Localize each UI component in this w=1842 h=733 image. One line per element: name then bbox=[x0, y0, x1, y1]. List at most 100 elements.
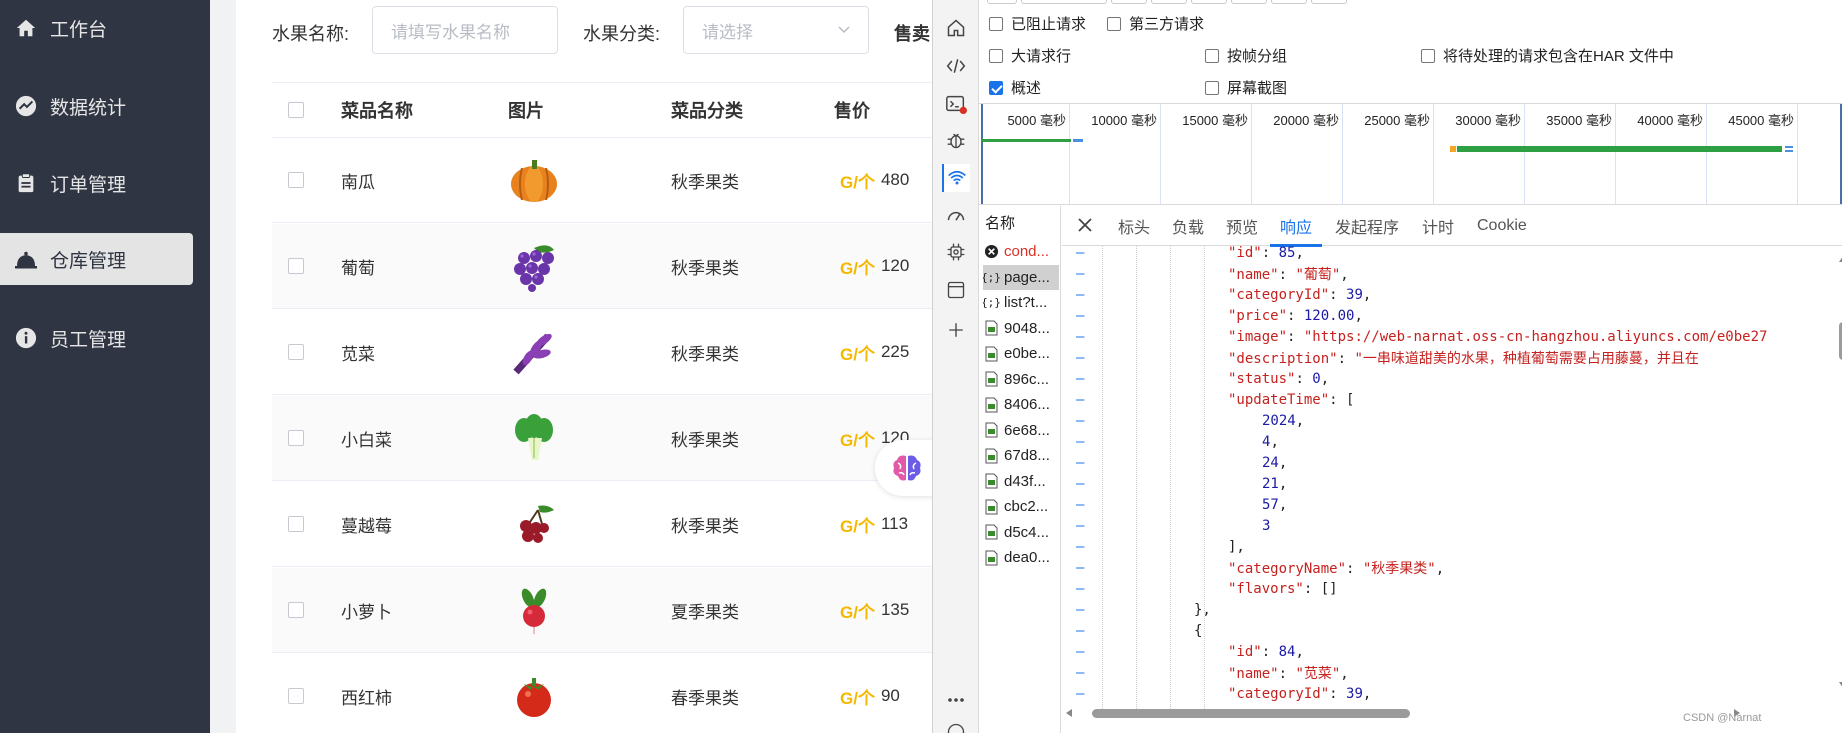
pumpkin-image bbox=[508, 138, 560, 222]
sidebar-item-label: 工作台 bbox=[50, 19, 108, 41]
line-marker: – bbox=[1076, 246, 1085, 261]
code-token: , bbox=[1278, 454, 1288, 471]
tab-cookie[interactable]: Cookie bbox=[1477, 206, 1527, 246]
error-icon bbox=[983, 244, 999, 260]
option-include-pending-har[interactable]: 将待处理的请求包含在HAR 文件中 bbox=[1421, 45, 1674, 66]
request-row[interactable]: 8406... bbox=[983, 392, 1059, 417]
fruit-name-input[interactable]: 请填写水果名称 bbox=[372, 6, 558, 54]
tab-response[interactable]: 响应 bbox=[1269, 206, 1323, 247]
row-checkbox[interactable] bbox=[288, 516, 304, 532]
price-value: 135 bbox=[880, 600, 910, 619]
toolbar-button[interactable] bbox=[987, 0, 1017, 4]
code-token: 120.00 bbox=[1303, 307, 1355, 324]
checkbox[interactable] bbox=[989, 16, 1003, 31]
request-name: 6e68... bbox=[1004, 421, 1050, 439]
code-token: "categoryId" bbox=[1228, 286, 1330, 303]
line-marker: – bbox=[1076, 685, 1085, 702]
performance-icon[interactable] bbox=[942, 202, 970, 230]
network-wifi-icon[interactable] bbox=[942, 164, 970, 192]
add-icon[interactable] bbox=[942, 316, 970, 344]
checkbox[interactable] bbox=[1107, 16, 1121, 31]
request-row[interactable]: e0be... bbox=[983, 341, 1059, 366]
home-icon bbox=[14, 16, 38, 40]
toolbar-button[interactable] bbox=[1271, 0, 1307, 4]
code-line: – "categoryId": 39, bbox=[1062, 284, 1770, 305]
price-unit: G/个 bbox=[840, 258, 875, 278]
option-big-request-rows[interactable]: 大请求行 bbox=[989, 45, 1071, 66]
response-body[interactable]: – "id": 85, – "name": "葡萄", – "categoryId": 3… bbox=[1062, 246, 1770, 711]
tab-initiator[interactable]: 发起程序 bbox=[1335, 206, 1399, 246]
request-name: dea0... bbox=[1004, 549, 1050, 566]
vertical-scrollbar[interactable] bbox=[1838, 252, 1842, 692]
toolbar-button[interactable] bbox=[1151, 0, 1187, 4]
row-checkbox[interactable] bbox=[288, 344, 304, 360]
toolbar-button[interactable] bbox=[1111, 0, 1147, 4]
tab-headers[interactable]: 标头 bbox=[1118, 206, 1150, 246]
request-row[interactable]: 67d8... bbox=[983, 443, 1059, 468]
option-screenshots[interactable]: 屏幕截图 bbox=[1205, 77, 1287, 98]
checkbox[interactable] bbox=[1421, 48, 1435, 63]
code-text: "image": "https://web-narnat.oss-cn-hang… bbox=[1228, 329, 1767, 345]
image-file-icon bbox=[983, 371, 999, 387]
request-row[interactable]: cbc2... bbox=[983, 494, 1059, 519]
more-icon[interactable] bbox=[942, 686, 970, 714]
close-icon[interactable] bbox=[1076, 216, 1094, 239]
checkbox[interactable] bbox=[1205, 48, 1219, 63]
code-icon[interactable] bbox=[942, 52, 970, 80]
ai-assistant-button[interactable] bbox=[875, 440, 939, 496]
row-checkbox[interactable] bbox=[288, 430, 304, 446]
row-checkbox[interactable] bbox=[288, 172, 304, 188]
timeline-bar bbox=[1450, 146, 1456, 152]
request-row[interactable]: cond... bbox=[983, 239, 1059, 264]
memory-chip-icon[interactable] bbox=[942, 238, 970, 266]
sidebar-item-staff[interactable]: 员工管理 bbox=[0, 312, 193, 364]
request-row[interactable]: {;} list?t... bbox=[983, 290, 1059, 315]
tab-payload[interactable]: 负载 bbox=[1172, 206, 1204, 246]
request-row[interactable]: 9048... bbox=[983, 316, 1059, 341]
request-row[interactable]: 6e68... bbox=[983, 418, 1059, 443]
request-row[interactable]: dea0... bbox=[983, 545, 1059, 570]
tab-preview[interactable]: 预览 bbox=[1226, 206, 1258, 246]
sidebar-item-statistics[interactable]: 数据统计 bbox=[0, 80, 193, 132]
fruit-name: 南瓜 bbox=[341, 172, 375, 192]
option-blocked-requests[interactable]: 已阻止请求 bbox=[989, 13, 1086, 34]
request-row[interactable]: d43f... bbox=[983, 469, 1059, 494]
row-checkbox-cell bbox=[288, 482, 304, 566]
select-all-checkbox[interactable] bbox=[288, 102, 304, 118]
option-third-party[interactable]: 第三方请求 bbox=[1107, 13, 1204, 34]
code-token: "秋季果类" bbox=[1362, 560, 1436, 577]
checkbox-checked[interactable] bbox=[989, 80, 1003, 95]
bug-icon[interactable] bbox=[942, 126, 970, 154]
sidebar-item-orders[interactable]: 订单管理 bbox=[0, 157, 193, 209]
code-line: – "categoryId": 39, bbox=[1062, 683, 1770, 704]
help-icon[interactable] bbox=[942, 718, 970, 733]
checkbox[interactable] bbox=[1205, 80, 1219, 95]
checkbox[interactable] bbox=[989, 48, 1003, 63]
option-overview[interactable]: 概述 bbox=[989, 77, 1041, 98]
fruit-category-select[interactable]: 请选择 bbox=[683, 6, 869, 54]
sidebar-item-warehouse[interactable]: 仓库管理 bbox=[0, 233, 193, 285]
option-group-by-frame[interactable]: 按帧分组 bbox=[1205, 45, 1287, 66]
row-checkbox-cell bbox=[288, 396, 304, 480]
code-text: "updateTime": [ bbox=[1228, 392, 1354, 408]
application-window-icon[interactable] bbox=[942, 276, 970, 304]
console-icon[interactable] bbox=[942, 90, 970, 118]
toolbar-button[interactable] bbox=[1191, 0, 1227, 4]
sale-status-label: 售卖 bbox=[894, 24, 930, 44]
request-row[interactable]: 896c... bbox=[983, 367, 1059, 392]
price-unit: G/个 bbox=[840, 602, 875, 622]
toolbar-button[interactable] bbox=[1231, 0, 1267, 4]
row-checkbox[interactable] bbox=[288, 602, 304, 618]
home-icon[interactable] bbox=[942, 14, 970, 42]
code-text: 3 bbox=[1262, 518, 1270, 534]
row-checkbox[interactable] bbox=[288, 258, 304, 274]
timeline-overview[interactable]: 5000 毫秒 10000 毫秒 15000 毫秒 20000 毫秒 25000 毫秒 3… bbox=[979, 103, 1842, 205]
toolbar-button[interactable] bbox=[1311, 0, 1347, 4]
sidebar-item-workbench[interactable]: 工作台 bbox=[0, 2, 193, 54]
request-row[interactable]: d5c4... bbox=[983, 520, 1059, 545]
line-marker: – bbox=[1076, 664, 1085, 681]
tab-timing[interactable]: 计时 bbox=[1422, 206, 1454, 246]
row-checkbox[interactable] bbox=[288, 688, 304, 704]
request-row[interactable]: {;} page... bbox=[983, 264, 1059, 290]
toolbar-button[interactable] bbox=[1021, 0, 1107, 4]
